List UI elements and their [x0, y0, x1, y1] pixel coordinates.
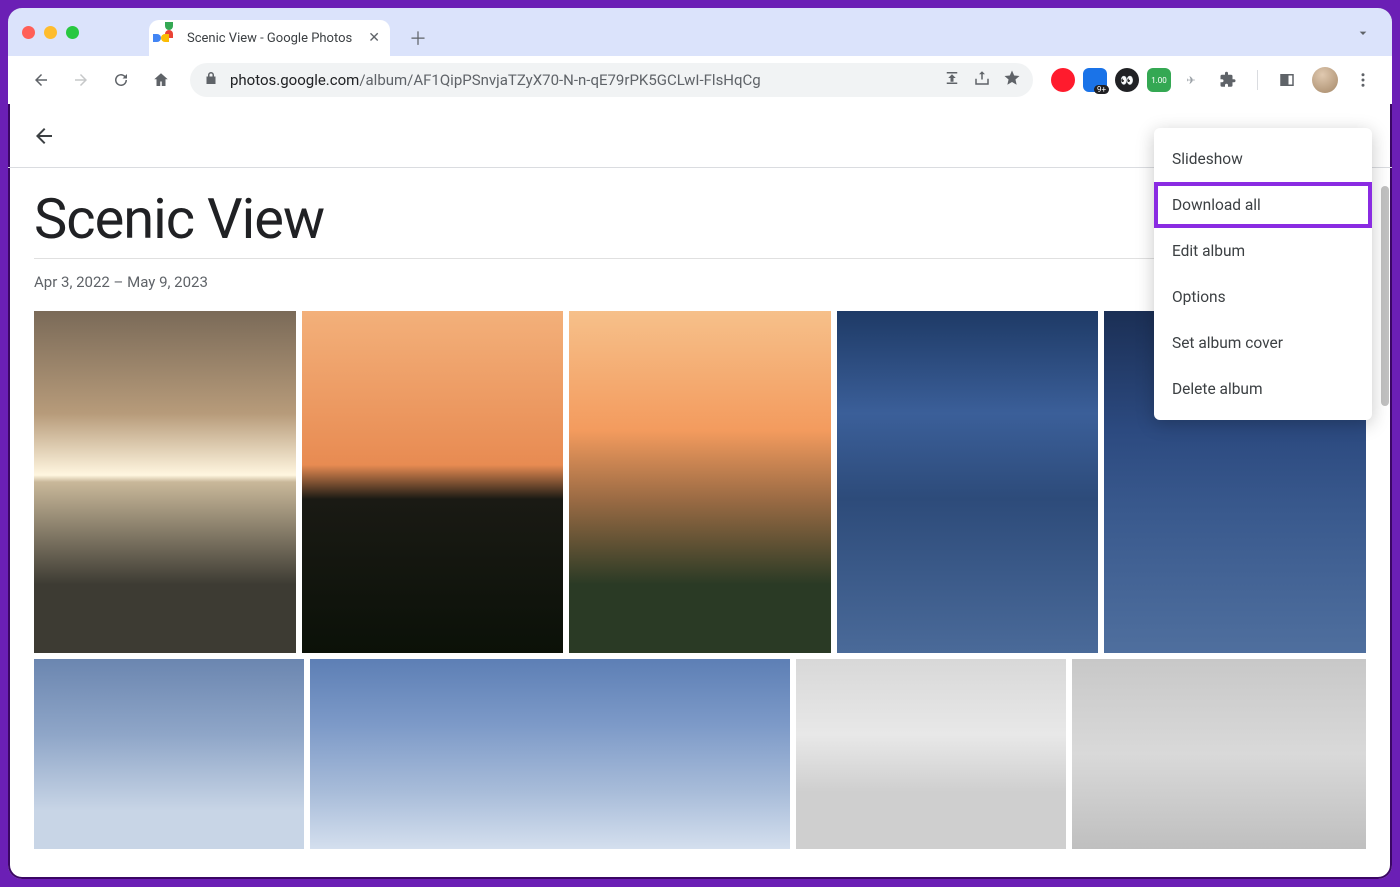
photo-thumbnail[interactable] — [569, 311, 831, 653]
extensions-row: 👀 1.00 ✈ — [1045, 63, 1380, 97]
bookmark-star-icon[interactable] — [1003, 69, 1021, 91]
extension-opera-icon[interactable] — [1051, 68, 1075, 92]
menu-item-edit-album[interactable]: Edit album — [1154, 228, 1372, 274]
share-icon[interactable] — [973, 69, 991, 91]
tab-title: Scenic View - Google Photos — [187, 31, 352, 46]
photo-thumbnail[interactable] — [796, 659, 1066, 849]
page-scrollbar[interactable] — [1378, 186, 1392, 863]
tab-search-button[interactable] — [1350, 20, 1376, 46]
url-host: photos.google.com/album/AF1QipPSnvjaTZyX… — [230, 71, 761, 89]
photo-thumbnail[interactable] — [837, 311, 1099, 653]
extension-dark-icon[interactable]: 👀 — [1115, 68, 1139, 92]
window-close-button[interactable] — [22, 26, 35, 39]
extensions-puzzle-icon[interactable] — [1211, 63, 1245, 97]
nav-home-button[interactable] — [144, 63, 178, 97]
browser-tab-strip: Scenic View - Google Photos ✕ ＋ — [8, 8, 1392, 56]
address-bar[interactable]: photos.google.com/album/AF1QipPSnvjaTZyX… — [190, 63, 1033, 97]
nav-forward-button[interactable] — [64, 63, 98, 97]
menu-item-delete-album[interactable]: Delete album — [1154, 366, 1372, 412]
extension-wing-icon[interactable]: ✈ — [1179, 68, 1203, 92]
google-photos-icon — [161, 30, 177, 46]
nav-back-button[interactable] — [24, 63, 58, 97]
app-back-button[interactable] — [24, 116, 64, 156]
extension-blue-icon[interactable] — [1083, 68, 1107, 92]
album-options-menu: Slideshow Download all Edit album Option… — [1154, 128, 1372, 420]
toolbar-divider — [1257, 70, 1258, 90]
menu-item-set-album-cover[interactable]: Set album cover — [1154, 320, 1372, 366]
new-tab-button[interactable]: ＋ — [404, 24, 432, 52]
window-controls — [22, 8, 149, 56]
window-maximize-button[interactable] — [66, 26, 79, 39]
menu-item-slideshow[interactable]: Slideshow — [1154, 136, 1372, 182]
photo-thumbnail[interactable] — [1072, 659, 1366, 849]
browser-tab-active[interactable]: Scenic View - Google Photos ✕ — [149, 20, 390, 56]
menu-item-options[interactable]: Options — [1154, 274, 1372, 320]
menu-item-download-all[interactable]: Download all — [1154, 182, 1372, 228]
extension-green-icon[interactable]: 1.00 — [1147, 68, 1171, 92]
browser-menu-icon[interactable] — [1346, 63, 1380, 97]
photo-thumbnail[interactable] — [310, 659, 790, 849]
nav-reload-button[interactable] — [104, 63, 138, 97]
browser-toolbar: photos.google.com/album/AF1QipPSnvjaTZyX… — [8, 56, 1392, 104]
side-panel-icon[interactable] — [1270, 63, 1304, 97]
install-app-icon[interactable] — [943, 69, 961, 91]
photo-thumbnail[interactable] — [34, 311, 296, 653]
photo-thumbnail[interactable] — [34, 659, 304, 849]
window-minimize-button[interactable] — [44, 26, 57, 39]
photo-thumbnail[interactable] — [302, 311, 564, 653]
site-settings-icon[interactable] — [202, 69, 220, 91]
tab-close-icon[interactable]: ✕ — [368, 30, 380, 46]
scrollbar-thumb[interactable] — [1381, 186, 1389, 406]
profile-avatar[interactable] — [1312, 67, 1338, 93]
